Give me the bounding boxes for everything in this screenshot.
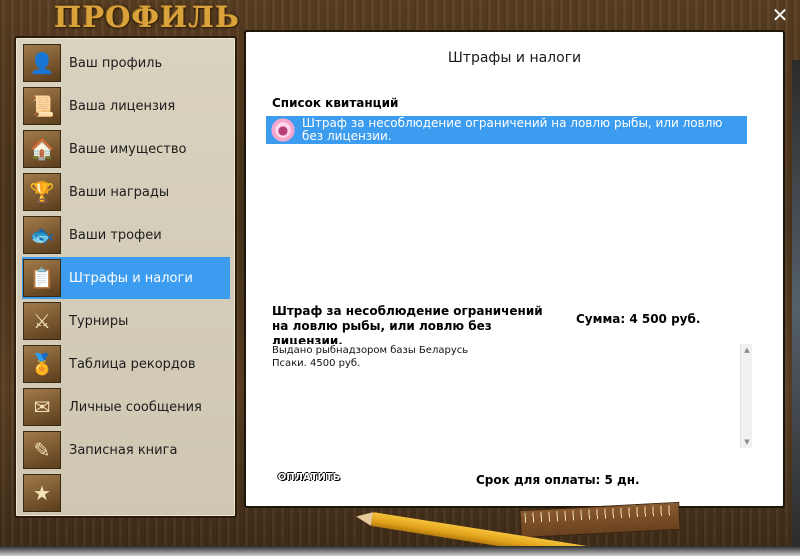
- scroll-down-icon[interactable]: ▼: [741, 436, 753, 448]
- license-document-icon: 📜: [23, 87, 61, 125]
- payment-due: Срок для оплаты: 5 дн.: [476, 473, 640, 487]
- description-scrollbar[interactable]: ▲ ▼: [740, 344, 752, 448]
- fine-notice-icon: 📋: [23, 259, 61, 297]
- ads-banner-icon: ★: [23, 474, 61, 512]
- sidebar-item-label: Личные сообщения: [69, 399, 202, 415]
- sidebar-item-notebook[interactable]: ✎ Записная книга: [22, 429, 230, 471]
- sidebar-item-property[interactable]: 🏠 Ваше имущество: [22, 128, 230, 170]
- sidebar-item-label: Записная книга: [69, 442, 178, 458]
- fine-description-box[interactable]: Выдано рыбнадзором базы Беларусь Псаки. …: [272, 344, 752, 452]
- receipt-list-item[interactable]: ● Штраф за несоблюдение ограничений на л…: [266, 116, 747, 144]
- window-edge: [792, 60, 800, 550]
- sidebar-item-banner[interactable]: ★: [22, 472, 230, 514]
- sidebar-item-tournaments[interactable]: ⚔ Турниры: [22, 300, 230, 342]
- trophy-cup-icon: 🏆: [23, 173, 61, 211]
- record-medal-icon: 🏅: [23, 345, 61, 383]
- sidebar-item-trophies[interactable]: 🐟 Ваши трофеи: [22, 214, 230, 256]
- sidebar-item-messages[interactable]: ✉ Личные сообщения: [22, 386, 230, 428]
- sidebar-item-label: Ваше имущество: [69, 141, 187, 157]
- notebook-pencil-icon: ✎: [23, 431, 61, 469]
- crossed-swords-icon: ⚔: [23, 302, 61, 340]
- sidebar-item-profile[interactable]: 👤 Ваш профиль: [22, 42, 230, 84]
- sidebar-item-records[interactable]: 🏅 Таблица рекордов: [22, 343, 230, 385]
- content-panel: Штрафы и налоги Список квитанций ● Штраф…: [244, 30, 785, 508]
- sidebar-item-label: Штрафы и налоги: [69, 270, 193, 286]
- sidebar-item-label: Ваша лицензия: [69, 98, 176, 114]
- sidebar-item-label: Ваши награды: [69, 184, 170, 200]
- pencil-tip: [355, 509, 374, 526]
- ruler-marks: [524, 505, 675, 523]
- fine-description-line: Псаки. 4500 руб.: [272, 358, 361, 369]
- fine-description-line: Выдано рыбнадзором базы Беларусь: [272, 345, 469, 356]
- sidebar-item-label: Таблица рекордов: [69, 356, 196, 372]
- scroll-up-icon[interactable]: ▲: [741, 344, 753, 356]
- sidebar-item-awards[interactable]: 🏆 Ваши награды: [22, 171, 230, 213]
- pay-button[interactable]: ОПЛАТИТЬ: [276, 469, 342, 487]
- page-title: Штрафы и налоги: [447, 50, 582, 66]
- sidebar-item-label: Ваш профиль: [69, 55, 163, 71]
- receipt-text: Штраф за несоблюдение ограничений на лов…: [302, 116, 723, 143]
- property-house-icon: 🏠: [23, 130, 61, 168]
- sidebar-item-fines[interactable]: 📋 Штрафы и налоги: [22, 257, 230, 299]
- fine-amount: Сумма: 4 500 руб.: [576, 312, 701, 326]
- bottom-strip: [0, 546, 800, 556]
- user-avatar-icon: 👤: [23, 44, 61, 82]
- fish-trophy-icon: 🐟: [23, 216, 61, 254]
- sidebar: 👤 Ваш профиль 📜 Ваша лицензия 🏠 Ваше иму…: [14, 36, 237, 518]
- envelope-icon: ✉: [23, 388, 61, 426]
- sidebar-item-label: Ваши трофеи: [69, 227, 162, 243]
- receipts-list-header: Список квитанций: [272, 96, 399, 110]
- fine-detail-title: Штраф за несоблюдение ограничений на лов…: [272, 304, 543, 348]
- sidebar-item-label: Турниры: [69, 313, 129, 329]
- sidebar-item-license[interactable]: 📜 Ваша лицензия: [22, 85, 230, 127]
- fine-description: Выдано рыбнадзором базы Беларусь Псаки. …: [272, 344, 732, 370]
- window-title: ПРОФИЛЬ: [54, 0, 240, 34]
- close-icon[interactable]: ✕: [770, 4, 790, 26]
- piggy-bank-icon: ●: [268, 118, 298, 142]
